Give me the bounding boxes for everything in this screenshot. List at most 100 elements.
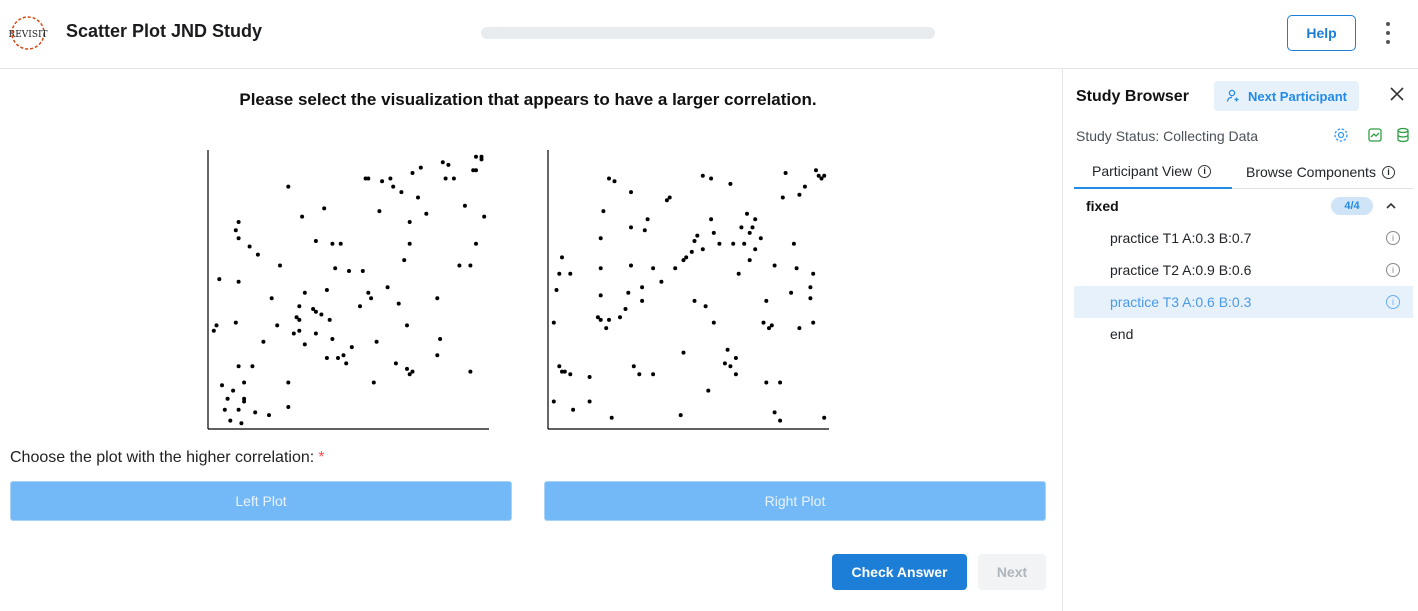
scatter-point — [220, 383, 224, 388]
chevron-up-icon[interactable] — [1384, 199, 1398, 213]
more-menu-icon[interactable] — [1378, 20, 1398, 46]
info-icon[interactable]: i — [1386, 263, 1400, 277]
scatter-point — [416, 195, 420, 200]
scatter-point — [275, 323, 280, 328]
scatter-point — [269, 296, 274, 301]
scatter-point — [728, 364, 733, 369]
scatter-point — [424, 211, 429, 216]
scatter-point — [286, 184, 291, 189]
scatter-point — [327, 317, 332, 322]
scatter-point — [286, 405, 291, 409]
scatter-point — [598, 266, 603, 271]
info-icon[interactable]: i — [1386, 231, 1400, 245]
scatter-point — [211, 328, 216, 333]
scatter-point — [554, 288, 559, 292]
scatter-point — [631, 364, 636, 369]
scatter-point — [709, 217, 714, 222]
scatter-point — [330, 241, 335, 246]
component-item[interactable]: practice T1 A:0.3 B:0.7 i — [1074, 222, 1413, 254]
scatter-point — [302, 290, 307, 295]
scatter-point — [297, 304, 302, 309]
scatter-point — [474, 241, 478, 246]
scatter-point — [369, 296, 374, 301]
logo-text: REVISIT — [8, 30, 47, 40]
scatter-point — [733, 372, 738, 377]
scatter-point — [391, 184, 396, 189]
scatter-point — [236, 279, 241, 284]
group-name[interactable]: fixed — [1086, 198, 1119, 214]
scatter-point — [407, 220, 412, 224]
scatter-point — [568, 271, 573, 276]
scatter-point — [797, 192, 802, 197]
scatter-point — [228, 418, 233, 423]
info-icon[interactable]: i — [1386, 295, 1400, 309]
next-button[interactable]: Next — [978, 554, 1046, 590]
scatter-point — [739, 225, 744, 230]
scatter-point — [377, 209, 382, 214]
database-icon[interactable] — [1395, 127, 1411, 143]
scatter-point — [233, 320, 238, 325]
scatter-point — [233, 228, 238, 233]
scatter-point — [313, 239, 318, 243]
scatter-point — [278, 263, 282, 268]
scatter-point — [747, 258, 752, 263]
scatter-point — [324, 356, 329, 360]
app-title: Scatter Plot JND Study — [66, 21, 263, 41]
component-item-label: practice T2 A:0.9 B:0.6 — [1110, 262, 1252, 278]
scatter-point — [330, 337, 335, 341]
scatter-point — [349, 345, 354, 350]
left-plot-button[interactable]: Left Plot — [10, 481, 512, 521]
scatter-point — [410, 171, 415, 175]
revisit-logo: REVISIT — [8, 16, 48, 50]
component-item[interactable]: end — [1074, 318, 1413, 350]
scatter-point — [405, 323, 409, 328]
scatter-point — [761, 320, 766, 325]
tab-browse-components[interactable]: Browse Components i — [1246, 155, 1414, 189]
scatter-point — [604, 326, 609, 331]
scatter-point — [385, 285, 390, 290]
scatter-point — [742, 241, 747, 246]
component-item-selected[interactable]: practice T3 A:0.6 B:0.3 i — [1074, 286, 1413, 318]
settings-icon[interactable] — [1333, 127, 1349, 143]
scatter-point — [733, 356, 738, 360]
scatter-point — [236, 236, 241, 241]
tab-participant-view-label: Participant View — [1092, 163, 1193, 179]
scatter-point — [642, 228, 647, 233]
scatter-point — [780, 195, 785, 200]
right-plot-button[interactable]: Right Plot — [544, 481, 1046, 521]
scatter-point — [551, 399, 556, 404]
scatter-point — [347, 269, 351, 273]
tab-browse-components-label: Browse Components — [1246, 164, 1376, 180]
scatter-point — [568, 372, 573, 377]
help-button[interactable]: Help — [1287, 15, 1356, 51]
info-icon: i — [1381, 165, 1395, 179]
component-item[interactable]: practice T2 A:0.9 B:0.6 i — [1074, 254, 1413, 286]
scatter-point — [814, 168, 818, 173]
scatter-point — [440, 160, 445, 165]
scatter-point — [659, 279, 664, 284]
scatter-point — [717, 241, 722, 246]
check-answer-button[interactable]: Check Answer — [832, 554, 967, 590]
scatter-point — [629, 225, 633, 230]
scatter-point — [457, 263, 462, 268]
scatter-point — [651, 372, 656, 377]
scatter-point — [587, 375, 592, 379]
analytics-icon[interactable] — [1367, 127, 1383, 143]
scatter-point — [612, 179, 617, 184]
scatter-point — [253, 410, 258, 415]
scatter-point — [297, 317, 302, 322]
next-participant-button[interactable]: Next Participant — [1214, 81, 1359, 111]
scatter-point — [366, 176, 371, 181]
scatter-point — [637, 372, 642, 377]
scatter-point — [479, 154, 484, 159]
scatter-point — [324, 288, 329, 292]
sidebar-tabs: Participant View i Browse Components i — [1074, 155, 1414, 189]
tab-participant-view[interactable]: Participant View i — [1074, 155, 1232, 189]
scatter-point — [446, 162, 451, 167]
scatter-point — [300, 214, 305, 219]
scatter-point — [371, 380, 376, 385]
study-status-text: Study Status: Collecting Data — [1076, 128, 1259, 144]
scatter-point — [645, 217, 650, 222]
close-icon[interactable] — [1389, 86, 1405, 102]
scatter-point — [689, 249, 694, 254]
